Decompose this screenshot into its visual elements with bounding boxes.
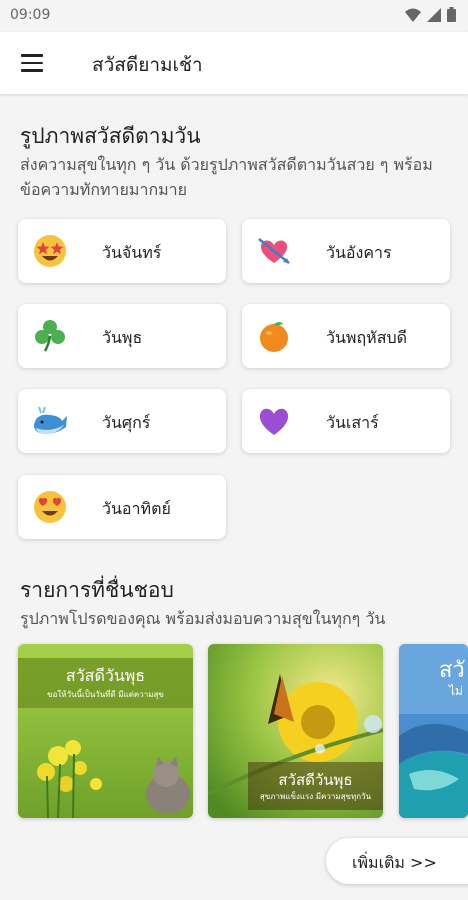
status-bar: 09:09 (0, 0, 468, 32)
status-icons (405, 7, 456, 22)
app-bar: สวัสดียามเช้า (0, 32, 468, 94)
orange-icon (260, 322, 288, 352)
whale-icon (34, 406, 67, 434)
favorite-card[interactable]: สวั ไม่ (399, 644, 468, 818)
more-button[interactable]: เพิ่มเติม >> (326, 838, 468, 884)
day-card-thursday[interactable]: วันพฤหัสบดี (242, 304, 450, 368)
favorite-card-subcaption: สุขภาพแข็งแรง มีความสุขทุกวัน (259, 792, 372, 801)
day-card-wednesday[interactable]: วันพุธ (18, 304, 226, 368)
day-card-monday[interactable]: วันจันทร์ (18, 219, 226, 283)
days-section-subtitle: ส่งความสุขในทุก ๆ วัน ด้วยรูปภาพสวัสดีตา… (20, 155, 433, 199)
day-card-saturday[interactable]: วันเสาร์ (242, 389, 450, 453)
hamburger-icon (21, 54, 43, 57)
wifi-icon (405, 8, 421, 22)
heart-eyes-face-icon (34, 491, 66, 523)
days-section-title: รูปภาพสวัสดีตามวัน (20, 124, 201, 148)
day-label-monday: วันจันทร์ (102, 243, 162, 262)
shamrock-icon (35, 320, 65, 352)
day-card-tuesday[interactable]: วันอังคาร (242, 219, 450, 283)
day-label-friday: วันศุกร์ (102, 413, 151, 432)
star-struck-face-icon (34, 235, 66, 267)
day-label-tuesday: วันอังคาร (326, 243, 392, 262)
heart-with-arrow-icon (258, 238, 290, 264)
status-time: 09:09 (10, 7, 51, 23)
day-label-wednesday: วันพุธ (102, 328, 143, 347)
battery-icon (447, 7, 456, 22)
favorite-card-caption: สวัสดีวันพุธ (278, 771, 353, 789)
favorite-card[interactable]: สวัสดีวันพุธ ขอให้วันนี้เป็นวันที่ดี มีแ… (18, 644, 193, 818)
day-card-friday[interactable]: วันศุกร์ (18, 389, 226, 453)
favorites-section-title: รายการที่ชื่นชอบ (20, 578, 174, 602)
favorite-card[interactable]: สวัสดีวันพุธ สุขภาพแข็งแรง มีความสุขทุกว… (208, 644, 383, 818)
day-label-thursday: วันพฤหัสบดี (326, 328, 408, 347)
purple-heart-icon (259, 408, 289, 435)
more-button-label: เพิ่มเติม >> (352, 853, 437, 872)
favorite-card-subcaption: ไม่ (449, 684, 463, 698)
menu-button[interactable] (12, 44, 52, 82)
favorite-card-caption: สวัสดีวันพุธ (65, 666, 146, 685)
signal-icon (427, 7, 441, 22)
day-label-saturday: วันเสาร์ (326, 413, 379, 432)
day-label-sunday: วันอาทิตย์ (102, 499, 171, 518)
page-title: สวัสดียามเช้า (92, 54, 203, 76)
day-card-sunday[interactable]: วันอาทิตย์ (18, 475, 226, 539)
favorite-card-subcaption: ขอให้วันนี้เป็นวันที่ดี มีแต่ความสุข (47, 690, 164, 699)
favorites-section-subtitle: รูปภาพโปรดของคุณ พร้อมส่งมอบความสุขในทุก… (20, 609, 386, 628)
